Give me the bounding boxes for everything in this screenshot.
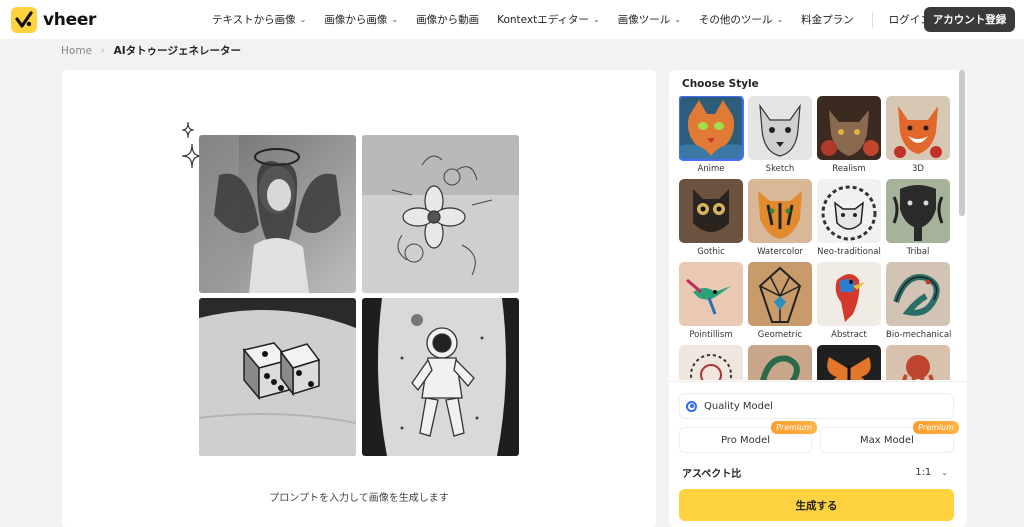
chevron-down-icon: ⌄: [299, 15, 307, 24]
style-label: Watercolor: [757, 247, 803, 257]
quality-model-label: Quality Model: [704, 400, 773, 412]
nav-pricing[interactable]: 料金プラン: [801, 12, 854, 27]
breadcrumb-current: AIタトゥージェネレーター: [113, 45, 241, 57]
premium-badge: Premium: [771, 421, 817, 434]
choose-style-title: Choose Style: [682, 78, 759, 90]
premium-badge: Premium: [913, 421, 959, 434]
style-thumbnail: [817, 179, 881, 243]
top-navigation-bar: vheer テキストから画像 ⌄ 画像から画像 ⌄ 画像から動画 Kontextエデ…: [0, 0, 1024, 39]
style-option-pointillism[interactable]: Pointillism: [679, 262, 743, 340]
style-list-scrollbar[interactable]: [959, 70, 965, 216]
nav-image-to-image[interactable]: 画像から画像 ⌄: [324, 12, 398, 27]
style-option-anime[interactable]: Anime: [679, 96, 744, 174]
style-option-bio-mechanical[interactable]: Bio-mechanical: [886, 262, 951, 340]
radio-selected-icon: [686, 400, 697, 412]
pro-model-option[interactable]: Pro Model Premium: [679, 421, 817, 453]
style-option-geometric[interactable]: Geometric: [748, 262, 812, 340]
chevron-right-icon: ›: [101, 45, 105, 56]
nav-label: その他のツール: [698, 14, 773, 26]
nav-label: 料金プラン: [801, 14, 854, 26]
nav-label: 画像から画像: [324, 14, 388, 26]
style-thumbnail: [886, 96, 950, 160]
nav-image-to-video[interactable]: 画像から動画: [416, 12, 479, 27]
style-label: Gothic: [697, 247, 725, 257]
chevron-down-icon: ⌄: [391, 15, 399, 24]
breadcrumb: Home › AIタトゥージェネレーター: [61, 43, 241, 58]
style-option-sketch[interactable]: Sketch: [748, 96, 812, 174]
style-label: Anime: [697, 164, 725, 174]
style-label: Geometric: [757, 330, 803, 340]
style-label: Abstract: [831, 330, 867, 340]
nav-text-to-image[interactable]: テキストから画像 ⌄: [212, 12, 306, 27]
style-label: 3D: [912, 164, 924, 174]
preview-canvas: [62, 70, 656, 527]
signup-button[interactable]: アカウント登録: [924, 7, 1015, 32]
panel-divider: [669, 381, 967, 382]
brand-logo[interactable]: vheer: [11, 7, 96, 33]
style-thumbnail: [679, 345, 743, 380]
chevron-down-icon: ⌄: [593, 15, 600, 24]
style-thumbnail: [748, 179, 812, 243]
style-option-row4-4[interactable]: [886, 345, 950, 380]
sample-image-flower-tattoo: [362, 135, 519, 293]
style-option-3d[interactable]: 3D: [886, 96, 950, 174]
nav-label: 画像ツール: [617, 14, 671, 26]
style-thumbnail: [679, 179, 743, 243]
sample-image-dice-tattoo: [199, 298, 356, 456]
style-option-tribal[interactable]: Tribal: [886, 179, 950, 257]
aspect-ratio-select[interactable]: 1:1 ⌄: [915, 465, 948, 480]
style-option-neo-traditional[interactable]: Neo-traditional: [817, 179, 881, 257]
style-option-row4-3[interactable]: [817, 345, 881, 380]
style-option-abstract[interactable]: Abstract: [817, 262, 881, 340]
style-thumbnail: [748, 345, 812, 380]
style-label: Pointillism: [689, 330, 733, 340]
style-label: Bio-mechanical: [886, 330, 951, 340]
nav-divider: [871, 11, 873, 28]
canvas-caption: プロンプトを入力して画像を生成します: [269, 493, 449, 504]
style-label: Realism: [832, 164, 866, 174]
style-option-row4-1[interactable]: [679, 345, 743, 380]
aspect-ratio-label: アスペクト比: [682, 469, 742, 480]
style-thumbnail: [679, 96, 744, 161]
style-label: Neo-traditional: [817, 247, 881, 257]
style-thumbnail: [817, 262, 881, 326]
sample-image-angel-tattoo: [199, 135, 356, 293]
max-model-option[interactable]: Max Model Premium: [820, 421, 959, 453]
style-thumbnail: [679, 262, 743, 326]
style-thumbnail: [886, 345, 950, 380]
max-model-label: Max Model: [860, 434, 914, 446]
style-option-gothic[interactable]: Gothic: [679, 179, 743, 257]
nav-label: テキストから画像: [212, 14, 296, 26]
aspect-ratio-value: 1:1: [915, 467, 932, 478]
brand-name: vheer: [43, 10, 97, 30]
nav-label: Kontextエディター: [497, 14, 590, 26]
aspect-ratio-row[interactable]: アスペクト比 1:1 ⌄: [682, 465, 948, 480]
nav-image-tools[interactable]: 画像ツール ⌄: [618, 12, 681, 27]
style-grid: Anime Sketch Realism 3D Gothic Watercolo…: [679, 96, 951, 380]
style-thumbnail: [886, 179, 950, 243]
main-nav: テキストから画像 ⌄ 画像から画像 ⌄ 画像から動画 Kontextエディター ⌄ 画…: [212, 0, 949, 39]
style-thumbnail: [817, 96, 881, 160]
pro-model-label: Pro Model: [720, 434, 771, 446]
nav-label: 画像から動画: [416, 14, 480, 26]
style-option-row4-2[interactable]: [748, 345, 812, 380]
style-thumbnail: [748, 262, 812, 326]
style-thumbnail: [748, 96, 812, 160]
chevron-down-icon: ⌄: [941, 468, 948, 477]
chevron-down-icon: ⌄: [674, 15, 681, 24]
nav-kontext-editor[interactable]: Kontextエディター ⌄: [497, 12, 600, 27]
sample-image-astronaut-tattoo: [362, 298, 519, 456]
style-thumbnail: [886, 262, 950, 326]
generate-button[interactable]: 生成する: [679, 489, 954, 521]
breadcrumb-home[interactable]: Home: [61, 45, 92, 57]
style-thumbnail: [817, 345, 881, 380]
nav-other-tools[interactable]: その他のツール ⌄: [699, 12, 783, 27]
style-label: Sketch: [765, 164, 795, 174]
chevron-down-icon: ⌄: [776, 15, 784, 24]
style-option-watercolor[interactable]: Watercolor: [748, 179, 812, 257]
quality-model-option[interactable]: Quality Model: [679, 393, 954, 419]
style-label: Tribal: [906, 247, 930, 257]
style-option-realism[interactable]: Realism: [817, 96, 881, 174]
logo-icon: [11, 7, 37, 33]
